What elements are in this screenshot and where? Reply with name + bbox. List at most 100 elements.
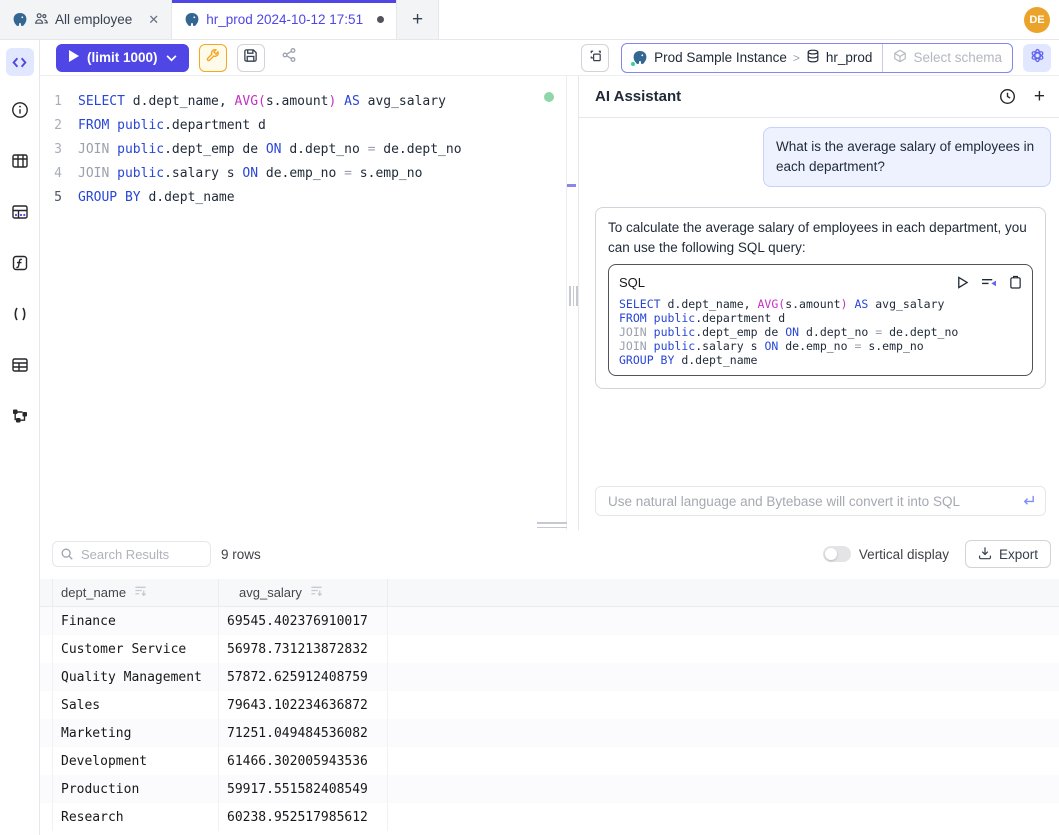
run-code-icon[interactable] xyxy=(956,276,969,289)
save-sheet-button[interactable] xyxy=(237,44,265,72)
connection-database[interactable]: Prod Sample Instance > hr_prod xyxy=(622,44,882,72)
ai-panel-title: AI Assistant xyxy=(595,88,681,105)
table-cell[interactable]: 60238.952517985612 xyxy=(219,803,388,831)
ai-assistant-button[interactable] xyxy=(1023,44,1051,72)
column-header-avg_salary[interactable]: avg_salary xyxy=(219,579,388,606)
table-cell[interactable]: 79643.102234636872 xyxy=(219,691,388,719)
connection-status-dot xyxy=(630,61,636,67)
sidebar-item-lineage[interactable] xyxy=(6,402,34,430)
table-cell[interactable]: 59917.551582408549 xyxy=(219,775,388,803)
tab-hr-prod[interactable]: hr_prod 2024-10-12 17:51 xyxy=(172,0,397,39)
table-cell[interactable]: Quality Management xyxy=(52,663,219,691)
editor-line[interactable]: 2FROM public.department d xyxy=(40,114,566,138)
copy-code-icon[interactable] xyxy=(1009,275,1022,289)
table-cell[interactable]: 56978.731213872832 xyxy=(219,635,388,663)
table-row: Marketing71251.049484536082 xyxy=(40,719,1059,747)
sql-code-block: SQL SELECT d.dept_name, AVG(s.amount) AS… xyxy=(608,264,1033,376)
table-cell[interactable]: Production xyxy=(52,775,219,803)
row-count: 9 rows xyxy=(221,547,261,562)
tab-all-employee[interactable]: All employee ✕ xyxy=(0,0,172,39)
sidebar-item-schema-diagram[interactable] xyxy=(6,198,34,226)
table-icon xyxy=(11,152,29,170)
download-icon xyxy=(978,546,992,563)
sql-code-editor[interactable]: 1SELECT d.dept_name, AVG(s.amount) AS av… xyxy=(40,76,566,530)
sidebar-item-function[interactable] xyxy=(6,249,34,277)
sheet-icon xyxy=(11,356,29,374)
table-cell[interactable]: Development xyxy=(52,747,219,775)
format-wrench-button[interactable] xyxy=(199,44,227,72)
line-number: 1 xyxy=(40,90,78,114)
toggle-knob xyxy=(825,548,837,560)
toolbar-right: Prod Sample Instance > hr_prod Select sc… xyxy=(581,43,1051,73)
table-cell[interactable]: Marketing xyxy=(52,719,219,747)
editor-line[interactable]: 1SELECT d.dept_name, AVG(s.amount) AS av… xyxy=(40,90,566,114)
batch-query-button[interactable] xyxy=(581,44,609,72)
run-label: (limit 1000) xyxy=(87,50,158,65)
table-cell[interactable]: Research xyxy=(52,803,219,831)
export-button[interactable]: Export xyxy=(965,540,1051,568)
schema-placeholder: Select schema xyxy=(913,50,1002,65)
tab-bar: All employee ✕ hr_prod 2024-10-12 17:51 … xyxy=(0,0,1059,40)
user-avatar[interactable]: DE xyxy=(1024,7,1050,33)
instance-name: Prod Sample Instance xyxy=(654,50,787,65)
batch-query-icon xyxy=(588,48,603,68)
ai-panel-header: AI Assistant + xyxy=(579,76,1059,118)
run-query-button[interactable]: (limit 1000) xyxy=(56,44,189,72)
enter-key-icon[interactable] xyxy=(1021,493,1036,513)
insert-to-editor-icon[interactable] xyxy=(981,276,997,289)
breadcrumb-separator: > xyxy=(793,51,800,65)
table-cell[interactable]: Sales xyxy=(52,691,219,719)
table-cell[interactable]: 61466.302005943536 xyxy=(219,747,388,775)
wrench-icon xyxy=(205,48,220,68)
postgres-icon xyxy=(184,12,200,28)
sort-icon[interactable] xyxy=(310,585,323,600)
close-icon[interactable]: ✕ xyxy=(148,12,159,28)
sidebar-item-parentheses[interactable] xyxy=(6,300,34,328)
add-tab-button[interactable]: + xyxy=(397,0,439,39)
ai-assistant-panel: AI Assistant + What is the average salar… xyxy=(578,76,1059,535)
table-row: Development61466.302005943536 xyxy=(40,747,1059,775)
drag-grip xyxy=(569,286,578,306)
table-cell[interactable]: 57872.625912408759 xyxy=(219,663,388,691)
sidebar-item-info[interactable] xyxy=(6,96,34,124)
sort-icon[interactable] xyxy=(134,585,147,600)
schema-cube-icon xyxy=(893,49,907,66)
table-cell[interactable]: 71251.049484536082 xyxy=(219,719,388,747)
play-icon xyxy=(68,50,79,65)
line-number: 5 xyxy=(40,186,78,210)
connection-selector[interactable]: Prod Sample Instance > hr_prod Select sc… xyxy=(621,43,1013,73)
new-chat-button[interactable]: + xyxy=(1034,87,1045,106)
column-header-dept_name[interactable]: dept_name xyxy=(52,579,219,606)
table-row: Finance69545.402376910017 xyxy=(40,607,1059,635)
assistant-sql-code: SELECT d.dept_name, AVG(s.amount) AS avg… xyxy=(619,297,1022,367)
ai-prompt-input[interactable] xyxy=(595,486,1046,516)
parentheses-icon xyxy=(11,305,29,323)
sidebar-item-table[interactable] xyxy=(6,147,34,175)
vertical-display-label: Vertical display xyxy=(859,547,949,562)
column-label: avg_salary xyxy=(239,585,302,600)
share-button[interactable] xyxy=(275,44,303,72)
vertical-resize-handle[interactable] xyxy=(567,76,578,530)
results-grid: dept_name avg_salary Finance69545.4023769… xyxy=(40,579,1059,831)
database-icon xyxy=(806,49,820,66)
tab-label: All employee xyxy=(55,12,132,27)
editor-line[interactable]: 4JOIN public.salary s ON de.emp_no = s.e… xyxy=(40,162,566,186)
table-cell[interactable]: 69545.402376910017 xyxy=(219,607,388,635)
editor-line[interactable]: 5GROUP BY d.dept_name xyxy=(40,186,566,210)
table-cell[interactable]: Finance xyxy=(52,607,219,635)
tab-label: hr_prod 2024-10-12 17:51 xyxy=(206,12,363,27)
code-language-label: SQL xyxy=(619,275,645,290)
export-label: Export xyxy=(999,547,1038,562)
history-clock-icon[interactable] xyxy=(999,88,1016,105)
function-icon xyxy=(11,254,29,272)
table-cell[interactable]: Customer Service xyxy=(52,635,219,663)
sidebar-item-code[interactable] xyxy=(6,48,34,76)
sidebar-item-sheet[interactable] xyxy=(6,351,34,379)
search-results-input[interactable] xyxy=(52,541,211,567)
table-row: Customer Service56978.731213872832 xyxy=(40,635,1059,663)
editor-line[interactable]: 3JOIN public.dept_emp de ON d.dept_no = … xyxy=(40,138,566,162)
assistant-intro-text: To calculate the average salary of emplo… xyxy=(608,218,1033,258)
schema-selector[interactable]: Select schema xyxy=(882,44,1012,72)
postgres-icon xyxy=(12,12,28,28)
vertical-display-toggle[interactable] xyxy=(823,546,851,562)
